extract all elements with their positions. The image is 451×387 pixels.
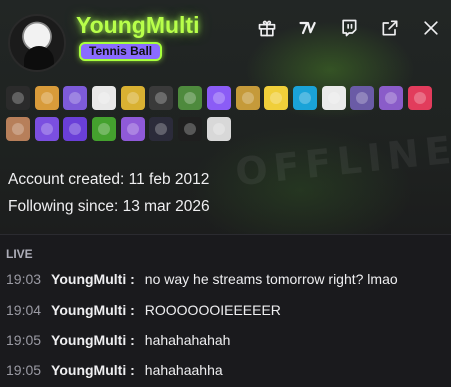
green-grass-emote-icon[interactable] <box>92 117 117 141</box>
crown-cat-emote-icon[interactable] <box>34 86 59 110</box>
cake-emote-icon[interactable] <box>378 86 403 110</box>
chat-message: 19:03 YoungMulti : no way he streams tomor… <box>6 271 398 287</box>
message-username[interactable]: YoungMulti <box>51 362 126 378</box>
pickaxe-emote-icon[interactable] <box>178 86 203 110</box>
chat-message: 19:04 YoungMulti : ROOOOOOIEEEEER <box>6 302 281 318</box>
panda-emote-icon[interactable] <box>92 86 117 110</box>
purple-wave-badge-icon[interactable] <box>63 117 88 141</box>
card-toolbar <box>244 10 449 46</box>
close-icon <box>424 21 438 35</box>
badge-row <box>6 86 446 110</box>
message-username[interactable]: YoungMulti <box>51 302 126 318</box>
verified-purple-icon[interactable] <box>206 86 231 110</box>
account-created: Account created: 11 feb 2012 <box>8 171 210 188</box>
live-section-label: LIVE <box>6 247 33 261</box>
chat-message: 19:05 YoungMulti : hahahaahha <box>6 362 223 378</box>
chat-history: LIVE 19:03 YoungMulti : no way he streams … <box>0 234 451 387</box>
umbrella-emblem-icon[interactable] <box>206 117 231 141</box>
hollow-knight-emote-icon[interactable] <box>149 86 174 110</box>
gift-button[interactable] <box>249 10 285 46</box>
7tv-button[interactable] <box>290 10 326 46</box>
close-button[interactable] <box>413 10 449 46</box>
year-2023-badge-icon[interactable] <box>120 117 145 141</box>
pikachu-emote-icon[interactable] <box>264 86 289 110</box>
message-timestamp: 19:04 <box>6 302 42 318</box>
display-name[interactable]: YoungMulti <box>76 12 199 39</box>
gift-icon <box>258 20 276 37</box>
message-text: hahahahahah <box>144 332 231 348</box>
pink-heart-badge-icon[interactable] <box>407 86 432 110</box>
purple-tulip-emote-icon[interactable] <box>63 86 88 110</box>
bronze-crest-emote-icon[interactable] <box>6 117 30 141</box>
paint-badge: Tennis Ball <box>79 42 163 61</box>
year-2024-badge-icon[interactable] <box>149 117 174 141</box>
open-external-icon <box>382 20 398 36</box>
winged-creature-emote-icon[interactable] <box>350 86 375 110</box>
year-2025-badge-icon[interactable] <box>178 117 203 141</box>
twitch-button[interactable] <box>331 10 367 46</box>
sparkle-7tv-badge-icon[interactable] <box>6 86 30 110</box>
blue-crown-badge-icon[interactable] <box>292 86 317 110</box>
message-timestamp: 19:05 <box>6 362 42 378</box>
message-text: hahahaahha <box>144 362 223 378</box>
white-block-emote-icon[interactable] <box>321 86 346 110</box>
message-text: ROOOOOOIEEEEER <box>144 302 281 318</box>
7tv-icon <box>299 21 316 35</box>
following-since: Following since: 13 mar 2026 <box>8 198 210 215</box>
avatar[interactable] <box>8 14 66 72</box>
purple-b-badge-icon[interactable] <box>34 117 59 141</box>
message-timestamp: 19:05 <box>6 332 42 348</box>
message-username[interactable]: YoungMulti <box>51 332 126 348</box>
message-timestamp: 19:03 <box>6 271 42 287</box>
open-external-button[interactable] <box>372 10 408 46</box>
message-username[interactable]: YoungMulti <box>51 271 126 287</box>
twitch-icon <box>342 19 357 37</box>
badge-row <box>6 117 446 141</box>
chat-message: 19:05 YoungMulti : hahahahahah <box>6 332 231 348</box>
badge-list <box>6 86 446 148</box>
cross-medal-emote-icon[interactable] <box>235 86 260 110</box>
message-text: no way he streams tomorrow right? lmao <box>144 271 398 287</box>
user-card: OFFLINE YoungMulti Tennis Ball Account c… <box>0 0 451 387</box>
banana-emote-icon[interactable] <box>120 86 145 110</box>
